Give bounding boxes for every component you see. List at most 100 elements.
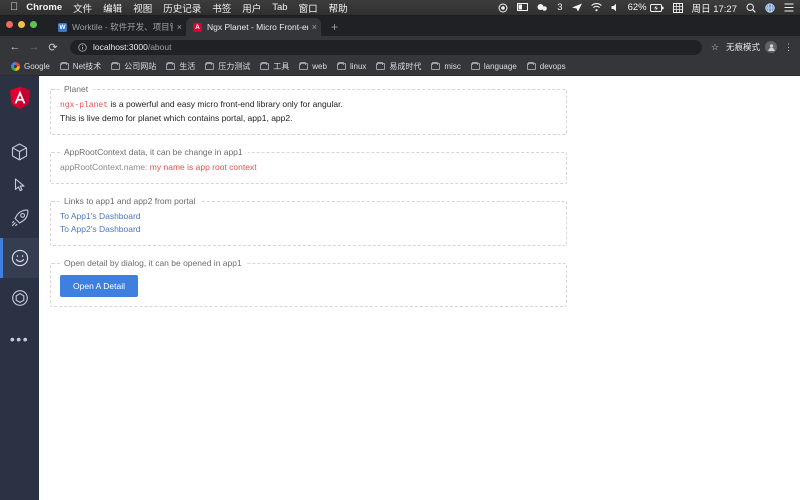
link-app1-dashboard[interactable]: To App1's Dashboard — [60, 210, 556, 223]
planet-intro-line-2: This is live demo for planet which conta… — [60, 113, 293, 123]
close-window-button[interactable] — [6, 20, 13, 28]
tab-title: Ngx Planet - Micro Front-end l — [207, 22, 308, 32]
sidebar-more-button[interactable]: ••• — [10, 332, 29, 346]
folder-icon — [470, 61, 480, 70]
bookmark-label: 易成时代 — [389, 62, 422, 71]
cube-icon — [11, 143, 28, 161]
sidebar-item-cube[interactable] — [0, 132, 39, 172]
bookmark-net-tech[interactable]: Net技术 — [57, 60, 106, 73]
section-links: Links to app1 and app2 from portal To Ap… — [50, 196, 567, 246]
menu-item-edit[interactable]: 编辑 — [103, 1, 122, 15]
open-a-detail-button[interactable]: Open A Detail — [60, 275, 138, 297]
bookmark-stress-test[interactable]: 压力测试 — [202, 60, 255, 73]
input-source-icon[interactable] — [672, 2, 683, 13]
sidebar-item-rocket[interactable] — [0, 198, 39, 238]
menu-item-window[interactable]: 窗口 — [299, 1, 318, 15]
menu-item-profiles[interactable]: 用户 — [242, 1, 261, 15]
battery-charging-icon[interactable] — [649, 3, 664, 12]
menu-item-view[interactable]: 视图 — [133, 1, 152, 15]
apple-icon[interactable]:  — [10, 2, 18, 13]
bookmark-tools[interactable]: 工具 — [257, 60, 294, 73]
context-name-label: appRootContext.name: — [60, 162, 148, 172]
clock-datetime[interactable]: 周日 17:27 — [692, 1, 737, 15]
tab-title: Worktile - 软件开发、项目管理 — [72, 22, 173, 32]
bookmark-label: devops — [539, 62, 566, 71]
bookmark-yicheng-era[interactable]: 易成时代 — [373, 60, 426, 73]
bookmark-life[interactable]: 生活 — [163, 60, 200, 73]
macos-menu-bar:  Chrome 文件 编辑 视图 历史记录 书签 用户 Tab 窗口 帮助 3… — [0, 0, 800, 16]
bookmark-google[interactable]: Google — [8, 61, 55, 72]
bookmark-label: 生活 — [179, 62, 196, 71]
incognito-label: 无痕模式 — [725, 42, 760, 52]
new-tab-button[interactable]: + — [331, 20, 338, 34]
context-row: appRootContext.name: my name is app root… — [60, 161, 556, 174]
tab-close-icon[interactable]: × — [312, 22, 317, 32]
folder-icon — [260, 61, 270, 70]
bookmark-web[interactable]: web — [296, 61, 332, 72]
section-legend: Open detail by dialog, it can be opened … — [64, 258, 242, 268]
bookmark-company-site[interactable]: 公司网站 — [108, 60, 161, 73]
bookmark-label: linux — [349, 62, 367, 71]
menu-item-history[interactable]: 历史记录 — [163, 1, 201, 15]
link-app2-dashboard[interactable]: To App2's Dashboard — [60, 223, 556, 236]
google-icon — [11, 62, 20, 71]
bookmark-label: Google — [24, 62, 50, 71]
bookmark-devops[interactable]: devops — [524, 61, 571, 72]
browser-tab-worktile[interactable]: W Worktile - 软件开发、项目管理 × — [51, 18, 186, 36]
section-legend: Links to app1 and app2 from portal — [64, 196, 196, 206]
sidebar-item-settings[interactable] — [0, 278, 39, 318]
menu-item-help[interactable]: 帮助 — [329, 1, 348, 15]
control-center-icon[interactable] — [784, 3, 794, 12]
volume-icon[interactable] — [611, 3, 619, 12]
bookmark-label: language — [483, 62, 517, 71]
spotlight-search-icon[interactable] — [746, 2, 756, 13]
chrome-menu-button[interactable]: ⋮ — [784, 42, 793, 53]
forward-button[interactable]: → — [26, 39, 42, 55]
dropbox-icon[interactable] — [537, 3, 548, 12]
minimize-window-button[interactable] — [18, 20, 25, 28]
folder-icon — [111, 61, 121, 70]
battery-percent[interactable]: 62% — [628, 2, 647, 13]
tab-close-icon[interactable]: × — [177, 22, 182, 32]
incognito-indicator[interactable]: 无痕模式 — [726, 41, 777, 53]
bookmarks-bar: Google Net技术 公司网站 生活 压力测试 工具 web linux 易… — [0, 58, 800, 76]
folder-icon — [166, 61, 176, 70]
folder-icon — [299, 61, 309, 70]
bookmark-label: 公司网站 — [124, 62, 157, 71]
incognito-avatar-icon[interactable] — [765, 41, 777, 53]
maximize-window-button[interactable] — [30, 20, 37, 28]
sidebar-item-cursor[interactable] — [0, 172, 39, 198]
browser-tab-ngx-planet[interactable]: A Ngx Planet - Micro Front-end l × — [186, 18, 321, 36]
bookmark-language[interactable]: language — [468, 61, 522, 72]
rocket-icon — [11, 209, 29, 227]
sidebar-item-about[interactable] — [0, 238, 39, 278]
bookmark-misc[interactable]: misc — [428, 61, 465, 72]
record-icon[interactable] — [498, 3, 508, 13]
window-controls — [6, 16, 51, 36]
folder-icon — [336, 61, 346, 70]
telegram-icon[interactable] — [571, 3, 582, 12]
menu-item-file[interactable]: 文件 — [73, 1, 92, 15]
reload-button[interactable]: ⟳ — [45, 39, 61, 55]
bookmark-label: web — [312, 62, 327, 71]
folder-icon — [526, 61, 536, 70]
planet-intro-line-1: ngx-planet is a powerful and easy micro … — [60, 98, 556, 112]
angular-logo-icon[interactable] — [9, 86, 31, 110]
menu-app-name[interactable]: Chrome — [26, 2, 62, 13]
back-button[interactable]: ← — [7, 39, 23, 55]
bookmark-linux[interactable]: linux — [334, 61, 371, 72]
display-icon[interactable] — [517, 3, 529, 12]
menu-item-bookmarks[interactable]: 书签 — [212, 1, 231, 15]
globe-icon[interactable] — [765, 2, 775, 13]
section-app-root-context: AppRootContext data, it can be change in… — [50, 147, 567, 184]
info-circle-icon[interactable] — [78, 42, 87, 52]
wifi-icon[interactable] — [590, 3, 602, 12]
bookmark-star-icon[interactable]: ☆ — [711, 42, 719, 53]
menu-item-tab[interactable]: Tab — [272, 2, 287, 13]
section-planet: Planet ngx-planet is a powerful and easy… — [50, 84, 567, 135]
chrome-window: W Worktile - 软件开发、项目管理 × A Ngx Planet - … — [0, 16, 800, 76]
address-bar[interactable]: localhost:3000/about — [70, 39, 702, 55]
notification-count[interactable]: 3 — [557, 2, 562, 13]
folder-icon — [205, 61, 215, 70]
folder-icon — [376, 61, 386, 70]
